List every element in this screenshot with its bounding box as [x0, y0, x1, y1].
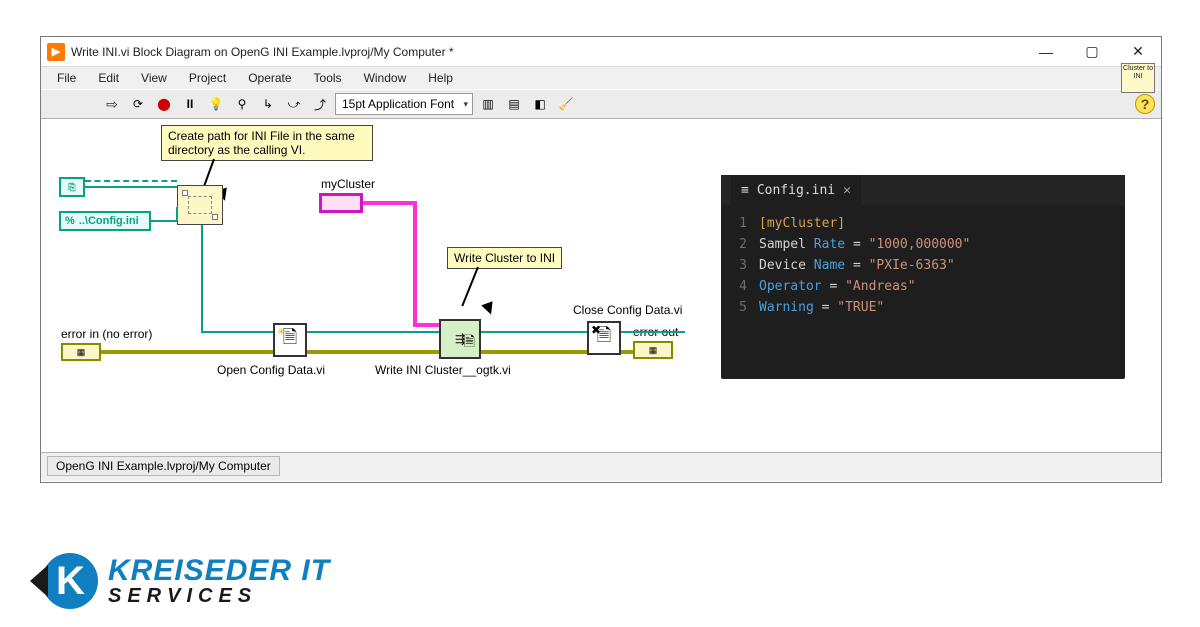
error-out-terminal[interactable]: ▦ [633, 341, 673, 359]
menu-edit[interactable]: Edit [88, 69, 129, 87]
code-editor-panel: ≡ Config.ini ✕ 1 [myCluster] 2 Sampel Ra… [721, 175, 1125, 379]
code-line: 5 Warning = "TRUE" [731, 297, 1115, 318]
menubar: File Edit View Project Operate Tools Win… [41, 67, 1161, 89]
open-config-data-vi[interactable]: ✳ 🗎 [273, 323, 307, 357]
wire-cluster [363, 201, 415, 205]
highlight-execution-button[interactable]: 💡 [205, 93, 227, 115]
step-into-button[interactable]: ↳ [257, 93, 279, 115]
close-button[interactable]: ✕ [1115, 37, 1161, 67]
wire-path [621, 331, 685, 333]
minimize-button[interactable]: — [1023, 37, 1069, 67]
reorder-button[interactable]: ◧ [529, 93, 551, 115]
retain-wire-values-button[interactable]: ⚲ [231, 93, 253, 115]
close-tab-icon[interactable]: ✕ [843, 183, 851, 198]
vi-connector-pane-icon[interactable]: Cluster to INI [1121, 63, 1155, 93]
toolbar: ⇨ ⟳ ⬤ II 💡 ⚲ ↳ ⤻ ⤴ 15pt Application Font… [41, 89, 1161, 119]
align-objects-button[interactable]: ▥ [477, 93, 499, 115]
pause-button[interactable]: II [179, 93, 201, 115]
wire-path [201, 225, 203, 331]
wire-path [481, 331, 587, 333]
path-constant[interactable]: %..\Config.ini [59, 211, 151, 231]
cleanup-diagram-button[interactable]: 🧹 [555, 93, 577, 115]
block-diagram-canvas[interactable]: Create path for INI File in the same dir… [41, 119, 1161, 452]
code-line: 2 Sampel Rate = "1000,000000" [731, 234, 1115, 255]
menu-tools[interactable]: Tools [304, 69, 352, 87]
open-config-label: Open Config Data.vi [217, 363, 325, 377]
wire [85, 186, 177, 188]
statusbar: OpenG INI Example.lvproj/My Computer [41, 452, 1161, 478]
step-out-button[interactable]: ⤴ [309, 93, 331, 115]
distribute-objects-button[interactable]: ▤ [503, 93, 525, 115]
menu-window[interactable]: Window [354, 69, 417, 87]
status-project-path: OpenG INI Example.lvproj/My Computer [47, 456, 280, 476]
wire [176, 207, 178, 221]
wire-path [307, 331, 439, 333]
titlebar: ▶ Write INI.vi Block Diagram on OpenG IN… [41, 37, 1161, 67]
write-ini-label: Write INI Cluster__ogtk.vi [375, 363, 511, 377]
font-selector[interactable]: 15pt Application Font [335, 93, 473, 115]
logo-line2: SERVICES [108, 586, 330, 606]
code-line: 3 Device Name = "PXIe-6363" [731, 255, 1115, 276]
menu-view[interactable]: View [131, 69, 177, 87]
wire-error [481, 350, 587, 354]
wire-error [101, 350, 273, 354]
code-line: 1 [myCluster] [731, 213, 1115, 234]
editor-tab-label: Config.ini [757, 183, 835, 198]
annotation-arrow [461, 267, 479, 307]
build-path-node[interactable] [177, 185, 223, 225]
run-button[interactable]: ⇨ [101, 93, 123, 115]
editor-content[interactable]: 1 [myCluster] 2 Sampel Rate = "1000,0000… [721, 205, 1125, 326]
maximize-button[interactable]: ▢ [1069, 37, 1115, 67]
labview-window: ▶ Write INI.vi Block Diagram on OpenG IN… [40, 36, 1162, 483]
hamburger-icon: ≡ [741, 183, 749, 198]
run-continuously-button[interactable]: ⟳ [127, 93, 149, 115]
close-config-data-vi[interactable]: ✖ 🗎 [587, 321, 621, 355]
company-logo: K KREISEDER IT SERVICES [42, 553, 330, 609]
annotation-arrowhead [481, 301, 496, 316]
menu-project[interactable]: Project [179, 69, 236, 87]
close-config-label: Close Config Data.vi [573, 303, 682, 317]
editor-tab-config[interactable]: ≡ Config.ini ✕ [731, 175, 861, 205]
error-in-label: error in (no error) [61, 327, 152, 341]
mycluster-terminal[interactable] [319, 193, 363, 213]
wire-cluster [413, 323, 439, 327]
comment-create-path: Create path for INI File in the same dir… [161, 125, 373, 161]
code-line: 4 Operator = "Andreas" [731, 276, 1115, 297]
comment-write-cluster: Write Cluster to INI [447, 247, 562, 269]
wire-error [307, 350, 439, 354]
wire-cluster [413, 201, 417, 325]
context-help-button[interactable]: ? [1135, 94, 1155, 114]
menu-file[interactable]: File [47, 69, 86, 87]
window-title: Write INI.vi Block Diagram on OpenG INI … [71, 45, 454, 59]
wire-path [201, 331, 273, 333]
wire-error [621, 350, 633, 354]
app-icon: ▶ [47, 43, 65, 61]
error-in-terminal[interactable]: ▦ [61, 343, 101, 361]
step-over-button[interactable]: ⤻ [283, 93, 305, 115]
editor-tab-row: ≡ Config.ini ✕ [721, 175, 1125, 205]
menu-operate[interactable]: Operate [238, 69, 301, 87]
logo-line1: KREISEDER IT [108, 556, 330, 586]
mycluster-label: myCluster [321, 177, 375, 191]
write-ini-cluster-vi[interactable]: ⇶ 🗎 [439, 319, 481, 359]
logo-mark: K [42, 553, 98, 609]
abort-button[interactable]: ⬤ [153, 93, 175, 115]
menu-help[interactable]: Help [418, 69, 463, 87]
wire [151, 220, 177, 222]
call-chain-terminal[interactable]: ⎘ [59, 177, 85, 197]
wire [85, 180, 177, 182]
